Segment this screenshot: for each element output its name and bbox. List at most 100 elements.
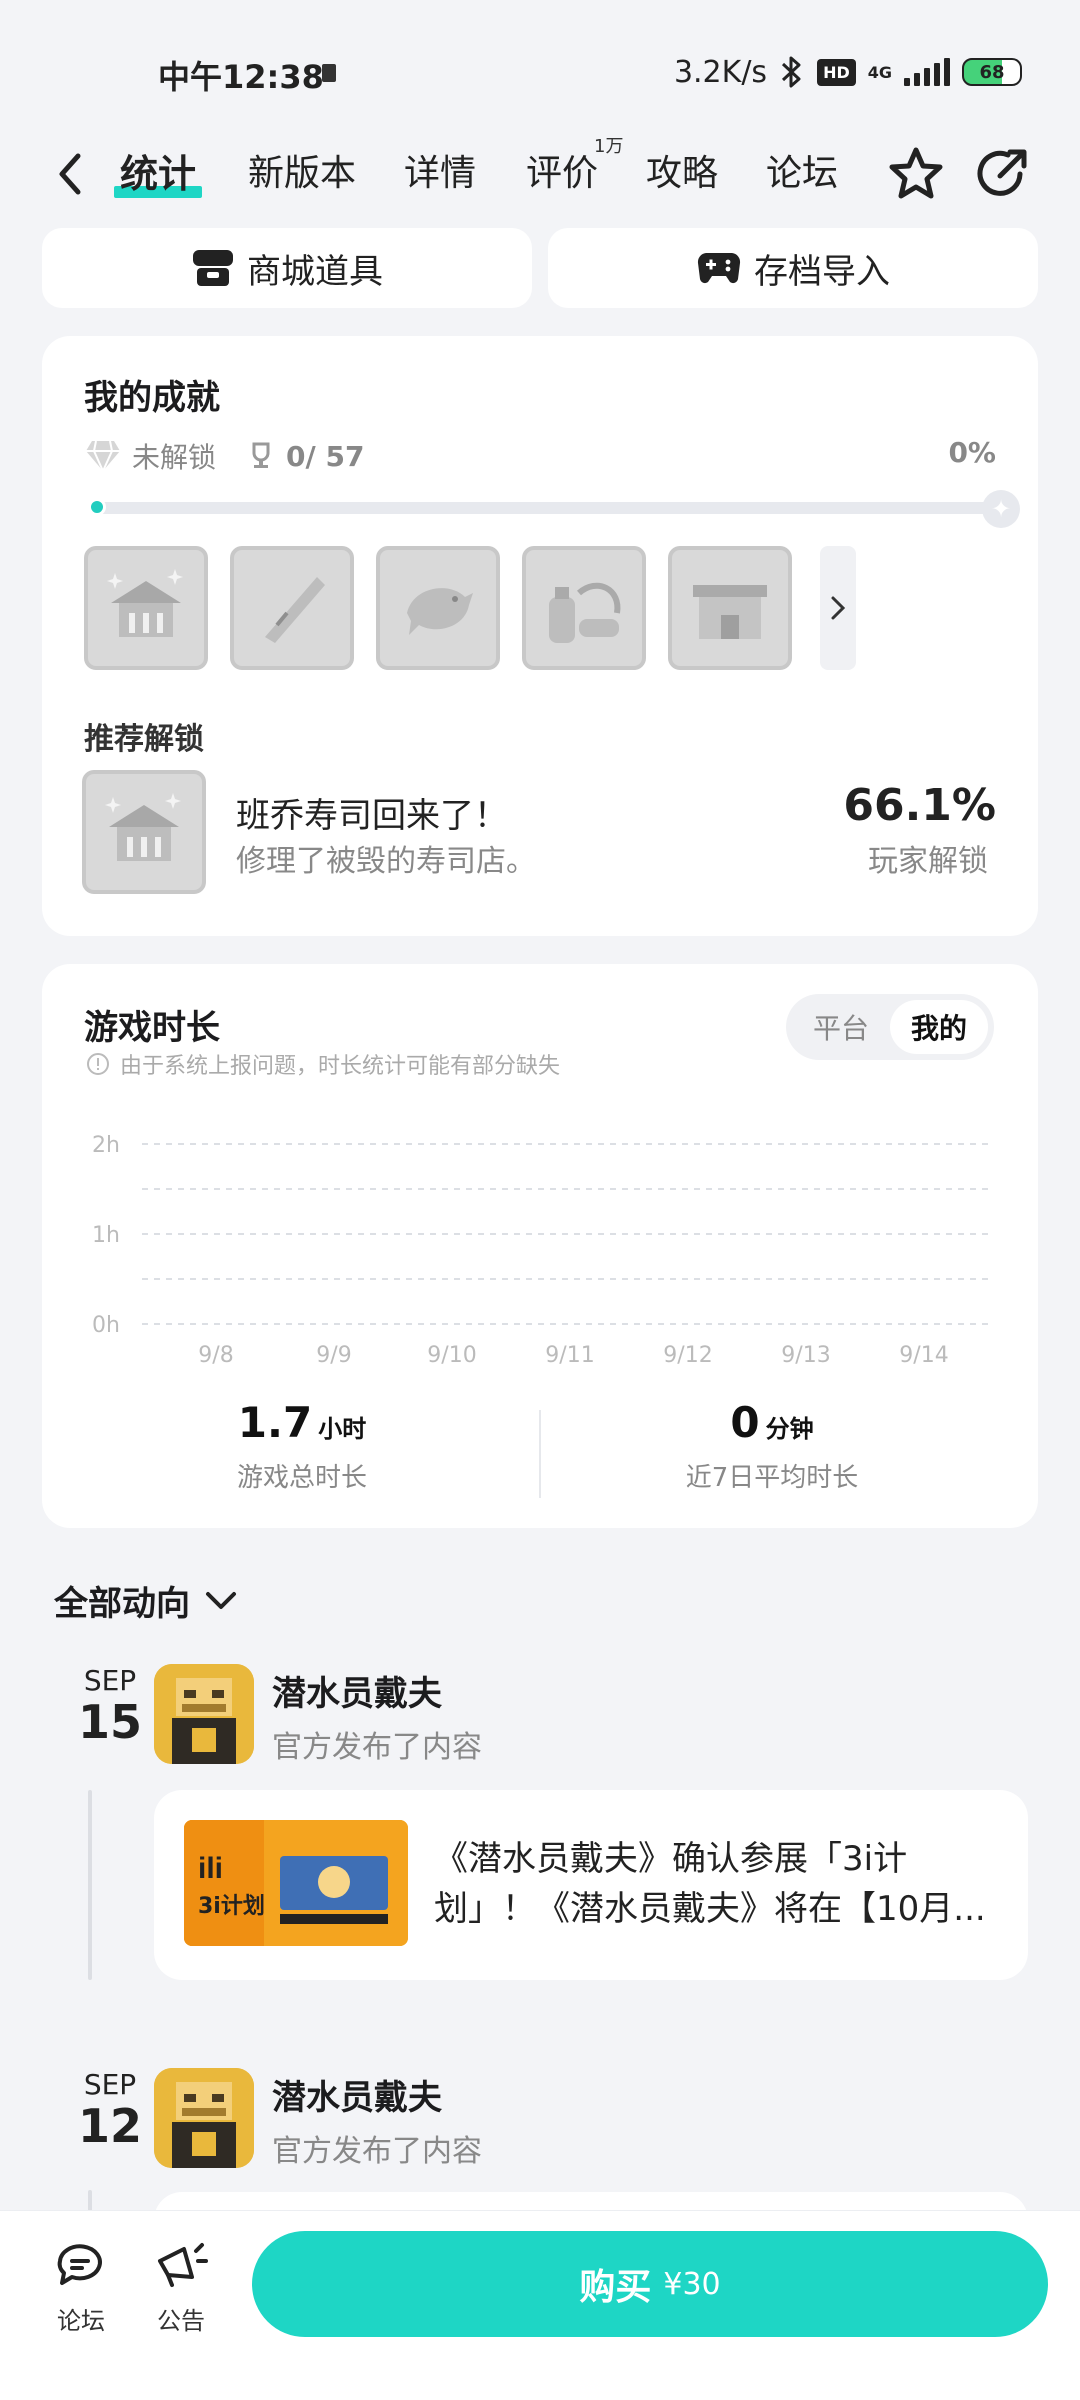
feed-author-name[interactable]: 潜水员戴夫 bbox=[272, 2070, 442, 2119]
tab-reviews[interactable]: 评价 bbox=[526, 144, 598, 204]
recommend-badge[interactable] bbox=[82, 770, 206, 894]
feed-author-sub: 官方发布了内容 bbox=[272, 2134, 482, 2169]
save-import-button[interactable]: 存档导入 bbox=[548, 228, 1038, 308]
feed-date: SEP 15 bbox=[60, 1664, 160, 1748]
signal-icon bbox=[904, 58, 950, 86]
playtime-card: 游戏时长 由于系统上报问题，时长统计可能有部分缺失 平台 我的 0h 1h 2h 9/… bbox=[42, 964, 1038, 1528]
diver-avatar-icon bbox=[154, 2068, 254, 2168]
achievement-badge-3[interactable] bbox=[376, 546, 500, 670]
shop-items-button[interactable]: 商城道具 bbox=[42, 228, 532, 308]
feed-author-name[interactable]: 潜水员戴夫 bbox=[272, 1666, 442, 1715]
chevron-down-icon bbox=[206, 1591, 236, 1609]
megaphone-icon bbox=[158, 2243, 208, 2287]
bluetooth-icon bbox=[782, 56, 801, 88]
star-icon[interactable] bbox=[886, 144, 946, 204]
post-card[interactable]: ili 3i计划 《潜水员戴夫》确认参展「3i计划」！《潜水员戴夫》将在【10月… bbox=[154, 1790, 1028, 1980]
chart-x-tick: 9/11 bbox=[545, 1343, 594, 1368]
avatar[interactable] bbox=[154, 1664, 254, 1764]
tab-guides[interactable]: 攻略 bbox=[646, 144, 718, 204]
bottom-tab-forum-label: 论坛 bbox=[57, 2307, 105, 2335]
battery-level: 68 bbox=[979, 61, 1005, 83]
top-nav: 统计 新版本 详情 评价 1万 攻略 论坛 bbox=[0, 120, 1080, 230]
network-speed: 3.2K/s bbox=[673, 54, 768, 90]
feed-author-sub: 官方发布了内容 bbox=[272, 1730, 482, 1765]
svg-text:ili: ili bbox=[198, 1852, 223, 1885]
recommend-title: 推荐解锁 bbox=[84, 722, 204, 757]
chevron-right-icon bbox=[831, 596, 846, 620]
buy-label: 购买 bbox=[579, 2267, 652, 2308]
playtime-chart: 0h 1h 2h 9/8 9/9 9/10 9/11 9/12 9/13 9/14 bbox=[92, 1133, 992, 1368]
achievement-badge-1[interactable] bbox=[84, 546, 208, 670]
feed-date: SEP 12 bbox=[60, 2068, 160, 2152]
buy-price: ¥30 bbox=[663, 2266, 721, 2302]
average-playtime-unit: 分钟 bbox=[765, 1415, 814, 1443]
achievement-count: 0/ 57 bbox=[286, 439, 365, 473]
total-playtime-unit: 小时 bbox=[318, 1415, 367, 1443]
feed-filter-dropdown[interactable]: 全部动向 bbox=[54, 1576, 238, 1625]
achievements-status: 未解锁 0/ 57 bbox=[84, 436, 364, 476]
achievement-badge-5[interactable] bbox=[668, 546, 792, 670]
shop-icon bbox=[193, 250, 233, 286]
total-playtime: 1.7 小时 游戏总时长 bbox=[142, 1398, 462, 1494]
reviews-count-badge: 1万 bbox=[594, 136, 624, 157]
bottom-action-bar: 论坛 公告 购买 ¥30 bbox=[0, 2210, 1080, 2400]
feed-month: SEP bbox=[83, 2068, 137, 2101]
shop-items-label: 商城道具 bbox=[247, 251, 383, 292]
bottom-tab-notice-label: 公告 bbox=[157, 2307, 205, 2335]
building-icon bbox=[693, 585, 767, 639]
status-time: 中午12:38 bbox=[158, 58, 324, 96]
tab-stats[interactable]: 统计 bbox=[113, 144, 203, 204]
shrine-icon bbox=[105, 793, 181, 861]
feed-day: 12 bbox=[77, 2099, 142, 2153]
chart-y-tick: 1h bbox=[92, 1223, 120, 1248]
progress-indicator bbox=[88, 498, 106, 516]
recommend-rate-label: 玩家解锁 bbox=[868, 844, 988, 879]
achievement-progress-bar: ✦ bbox=[88, 490, 1020, 528]
dolphin-icon bbox=[407, 588, 473, 635]
chart-x-tick: 9/13 bbox=[781, 1343, 830, 1368]
chart-x-tick: 9/12 bbox=[663, 1343, 712, 1368]
post-thumbnail-text: 3i计划 bbox=[198, 1894, 265, 1919]
feed-month: SEP bbox=[83, 1664, 137, 1697]
diver-avatar-icon bbox=[154, 1664, 254, 1764]
status-indicators: 3.2K/s HD 4G 68 bbox=[674, 52, 1022, 92]
progress-end-icon: ✦ bbox=[982, 490, 1020, 528]
achievement-badge-2[interactable] bbox=[230, 546, 354, 670]
achievements-more-button[interactable] bbox=[820, 546, 856, 670]
gem-icon bbox=[86, 440, 120, 472]
chart-y-tick: 0h bbox=[92, 1313, 120, 1338]
total-playtime-label: 游戏总时长 bbox=[236, 1463, 367, 1493]
timeline-line bbox=[88, 1790, 92, 1980]
avatar[interactable] bbox=[154, 2068, 254, 2168]
bottom-tab-notice[interactable]: 公告 bbox=[136, 2241, 226, 2336]
buy-button[interactable]: 购买 ¥30 bbox=[252, 2231, 1048, 2337]
notification-icon bbox=[322, 64, 336, 82]
stat-divider bbox=[539, 1410, 541, 1498]
achievement-percent: 0% bbox=[948, 436, 996, 469]
status-bar: 中午12:38 3.2K/s HD 4G 68 bbox=[0, 0, 1080, 140]
back-arrow-icon[interactable] bbox=[50, 144, 90, 204]
recommend-desc: 修理了被毁的寿司店。 bbox=[236, 844, 536, 879]
trophy-icon bbox=[252, 442, 270, 468]
battery-icon: 68 bbox=[962, 58, 1022, 86]
achievement-badge-4[interactable] bbox=[522, 546, 646, 670]
chat-bubble-icon bbox=[57, 2244, 102, 2285]
share-icon[interactable] bbox=[972, 144, 1032, 204]
average-playtime-label: 近7日平均时长 bbox=[685, 1463, 859, 1493]
diving-gear-icon bbox=[549, 582, 621, 643]
shrine-icon bbox=[107, 569, 183, 637]
gamepad-icon bbox=[697, 253, 741, 284]
tab-forum[interactable]: 论坛 bbox=[766, 144, 838, 204]
achievements-title: 我的成就 bbox=[84, 378, 220, 418]
locked-label: 未解锁 bbox=[132, 441, 217, 474]
tab-details[interactable]: 详情 bbox=[404, 144, 476, 204]
bottom-tab-forum[interactable]: 论坛 bbox=[36, 2241, 126, 2336]
knife-icon bbox=[265, 577, 325, 643]
tab-new-version[interactable]: 新版本 bbox=[248, 144, 356, 204]
hd-badge: HD bbox=[817, 58, 856, 86]
chart-x-tick: 9/14 bbox=[899, 1343, 948, 1368]
average-playtime-value: 0 bbox=[730, 1398, 760, 1447]
recommend-rate: 66.1% bbox=[843, 780, 996, 831]
network-type: 4G bbox=[867, 62, 892, 82]
post-thumbnail[interactable]: ili 3i计划 bbox=[184, 1820, 408, 1946]
